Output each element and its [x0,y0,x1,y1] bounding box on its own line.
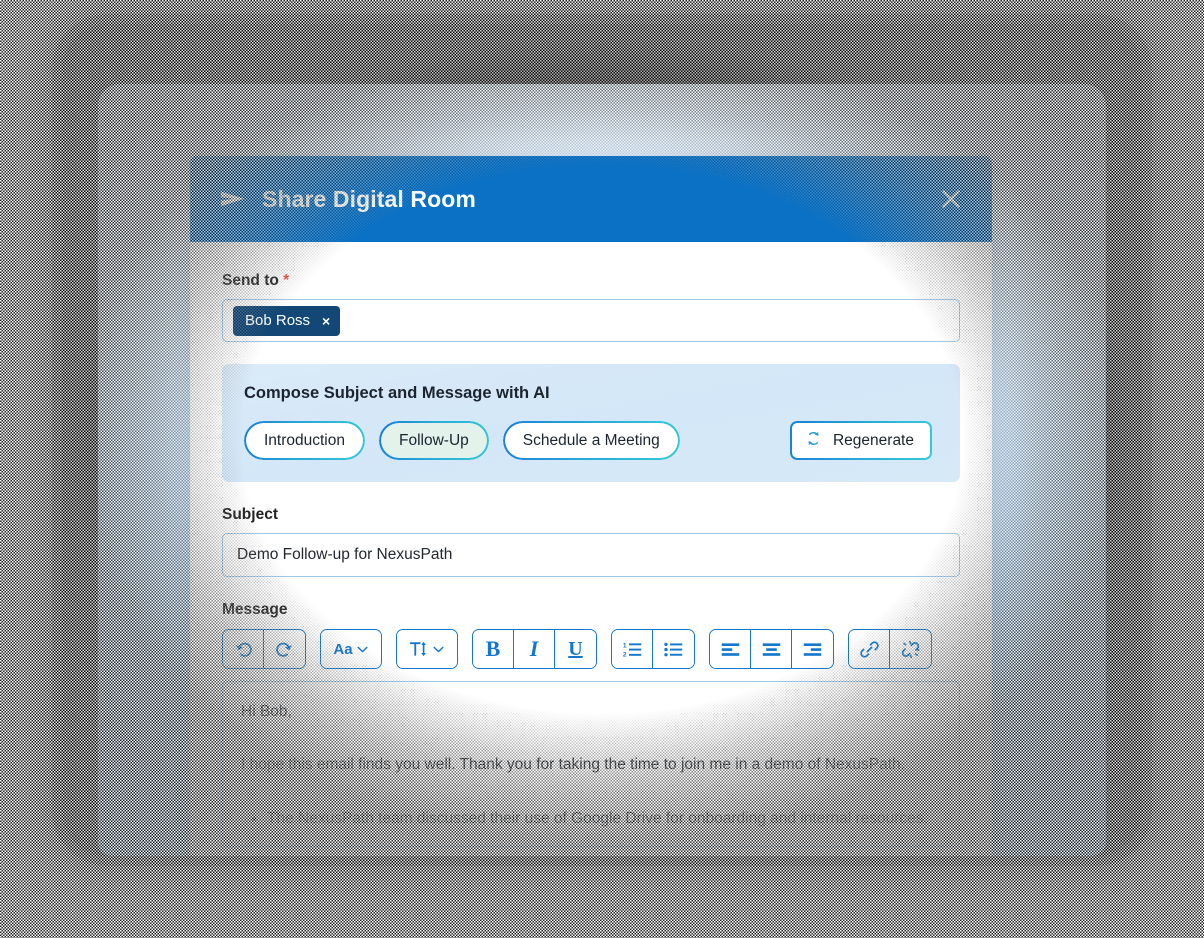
svg-text:1: 1 [622,642,626,649]
message-greeting: Hi Bob, [241,703,292,720]
ai-preset-schedule-a-meeting[interactable]: Schedule a Meeting [502,421,680,460]
send-plane-icon [220,188,246,210]
ai-preset-label: Schedule a Meeting [522,431,660,449]
list-item: The NexusPath team discussed their use o… [267,807,941,830]
ordered-list-icon[interactable]: 1 2 [612,630,653,668]
toolbar-group-link [848,629,932,669]
send-to-label: Send to * [222,272,960,290]
message-paragraph: I hope this email finds you well. Thank … [241,756,905,774]
toolbar-group-history [222,629,306,669]
remove-recipient-icon[interactable]: × [322,314,330,328]
font-family-icon[interactable]: Aa [321,630,381,668]
close-icon[interactable] [934,182,968,216]
chevron-down-icon [433,646,444,652]
modal-header: Share Digital Room [190,156,992,242]
bold-glyph: B [485,636,501,661]
ai-preset-follow-up[interactable]: Follow-Up [379,421,489,460]
toolbar-group-text-style: B I U [472,629,597,669]
message-bullet-list: The NexusPath team discussed their use o… [241,807,941,830]
message-label: Message [222,601,288,618]
page-title: Share Digital Room [262,185,476,212]
toolbar-group-font-family: Aa [320,629,382,669]
svg-text:2: 2 [622,651,626,658]
link-icon[interactable] [849,630,890,668]
share-digital-room-modal: Share Digital Room Send to * Bob Ross × … [190,156,992,856]
ai-preset-introduction[interactable]: Introduction [244,421,365,460]
screenshot-stage: Share Digital Room Send to * Bob Ross × … [0,0,1204,938]
recipient-chip[interactable]: Bob Ross × [233,305,341,336]
align-left-icon[interactable] [710,630,751,668]
ai-compose-panel: Compose Subject and Message with AI Intr… [222,364,960,482]
recipient-name: Bob Ross [245,312,311,329]
send-to-label-text: Send to [222,272,279,289]
underline-icon[interactable]: U [555,630,596,668]
subject-block: Subject [222,506,960,577]
editor-toolbar: Aa B I U 1 2 [222,629,960,669]
app-background: Share Digital Room Send to * Bob Ross × … [98,84,1106,856]
subject-label: Subject [222,506,278,523]
toolbar-group-alignment [709,629,834,669]
ai-preset-row: Introduction Follow-Up Schedule a Meetin… [244,421,938,460]
toolbar-group-font-size [396,629,458,669]
align-center-icon[interactable] [751,630,792,668]
bold-icon[interactable]: B [473,630,514,668]
italic-icon[interactable]: I [514,630,555,668]
send-to-input[interactable]: Bob Ross × [222,299,960,342]
font-family-glyph: Aa [333,640,353,658]
modal-body: Send to * Bob Ross × Compose Subject and… [190,242,992,847]
message-editor[interactable]: Hi Bob, I hope this email finds you well… [222,681,960,847]
bullet-list-icon[interactable] [653,630,694,668]
redo-icon[interactable] [264,630,305,668]
ai-preset-label: Follow-Up [399,431,469,449]
refresh-cycle-icon [804,429,823,453]
align-right-icon[interactable] [792,630,833,668]
font-size-icon[interactable] [397,630,457,668]
underline-glyph: U [568,638,583,660]
ai-compose-title: Compose Subject and Message with AI [244,384,550,402]
toolbar-group-lists: 1 2 [611,629,695,669]
required-marker: * [283,272,290,289]
message-block: Message Aa B I U 1 2 Hi Bob, I hope this… [222,601,960,847]
subject-input[interactable] [222,533,960,577]
undo-icon[interactable] [223,630,264,668]
regenerate-button[interactable]: Regenerate [789,421,932,460]
italic-glyph: I [529,636,539,661]
chevron-down-icon [357,646,368,652]
ai-preset-label: Introduction [264,431,345,449]
regenerate-label: Regenerate [832,431,914,449]
unlink-icon[interactable] [890,630,931,668]
